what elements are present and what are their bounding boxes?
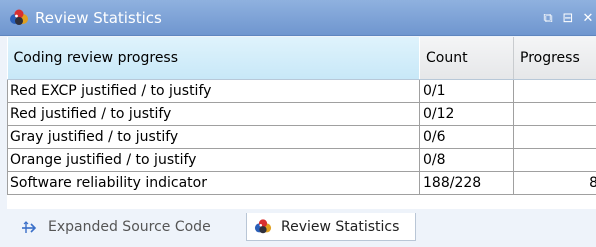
bottom-tab-bar: Expanded Source Code Review Statistics (0, 209, 596, 247)
column-header-progress[interactable]: Progress (513, 37, 596, 80)
restore-icon[interactable]: ⧉ (540, 9, 556, 27)
statistics-table: Coding review progress Count Progress Re… (7, 37, 596, 195)
tab-label: Review Statistics (281, 218, 400, 235)
table-row[interactable]: Red justified / to justify 0/12 0 (7, 102, 596, 126)
row-label: Gray justified / to justify (7, 125, 420, 149)
row-count: 0/6 (419, 125, 514, 149)
table-row[interactable]: Red EXCP justified / to justify 0/1 0 (7, 79, 596, 103)
pin-icon[interactable]: ⊟ (560, 9, 576, 27)
review-stats-icon (10, 9, 28, 25)
row-progress: 0 (513, 125, 596, 149)
close-icon[interactable]: ✕ (580, 9, 596, 27)
review-statistics-panel: Review Statistics ⧉ ⊟ ✕ Coding review pr… (0, 0, 596, 247)
table-row[interactable]: Orange justified / to justify 0/8 0 (7, 148, 596, 172)
row-progress: 0 (513, 102, 596, 126)
table-row[interactable]: Gray justified / to justify 0/6 0 (7, 125, 596, 149)
tab-expanded-source-code[interactable]: Expanded Source Code (14, 213, 246, 241)
row-count: 0/1 (419, 79, 514, 103)
expand-arrow-icon (20, 218, 42, 236)
row-label: Red EXCP justified / to justify (7, 79, 420, 103)
row-progress: 0 (513, 148, 596, 172)
row-label: Orange justified / to justify (7, 148, 420, 172)
statistics-table-container: Coding review progress Count Progress Re… (7, 37, 596, 209)
review-stats-icon (253, 218, 275, 236)
row-progress: 0 (513, 79, 596, 103)
row-count: 0/12 (419, 102, 514, 126)
table-row[interactable]: Software reliability indicator 188/228 8… (7, 171, 596, 195)
row-label: Software reliability indicator (7, 171, 420, 195)
row-count: 0/8 (419, 148, 514, 172)
row-count: 188/228 (419, 171, 514, 195)
tab-label: Expanded Source Code (48, 219, 211, 235)
window-controls: ⧉ ⊟ ✕ (540, 9, 596, 27)
tab-review-statistics[interactable]: Review Statistics (246, 213, 416, 241)
column-header-count[interactable]: Count (419, 37, 514, 80)
column-header-coding-review-progress[interactable]: Coding review progress (7, 37, 420, 80)
row-progress: 82 (513, 171, 596, 195)
panel-titlebar[interactable]: Review Statistics ⧉ ⊟ ✕ (0, 0, 596, 36)
row-label: Red justified / to justify (7, 102, 420, 126)
table-header-row: Coding review progress Count Progress (7, 37, 596, 80)
panel-title: Review Statistics (35, 9, 162, 27)
